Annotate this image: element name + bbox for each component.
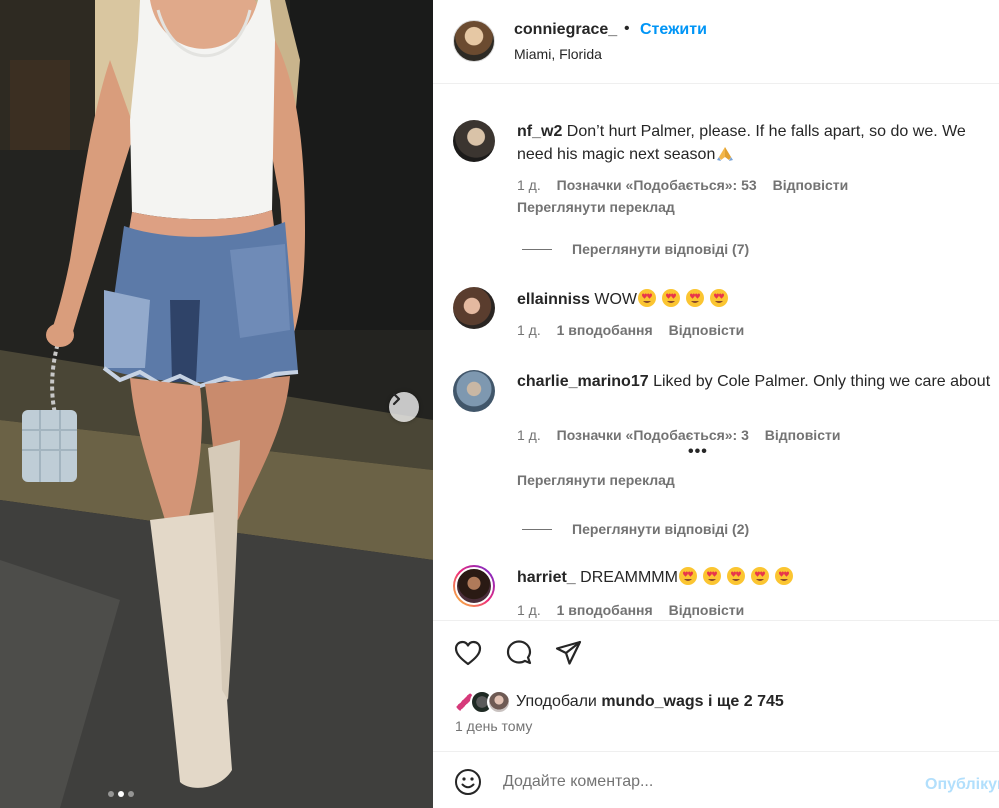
- comment-text: ellainniss WOW: [517, 288, 999, 311]
- comment-body: Don’t hurt Palmer, please. If he falls a…: [517, 123, 966, 163]
- comment-time[interactable]: 1 д.: [517, 322, 541, 338]
- comment-text: harriet_ DREAMMMM: [517, 566, 999, 589]
- commenter-avatar[interactable]: [453, 287, 495, 329]
- liked-by-row: Уподобали mundo_wags і ще 2 745: [453, 689, 784, 715]
- author-username[interactable]: conniegrace_: [514, 21, 617, 39]
- post-location[interactable]: Miami, Florida: [514, 46, 602, 62]
- commenter-username[interactable]: charlie_marino17: [517, 373, 649, 390]
- comment-time[interactable]: 1 д.: [517, 427, 541, 443]
- post-actions: Уподобали mundo_wags і ще 2 745 1 день т…: [433, 620, 999, 751]
- carousel-dot: [108, 791, 114, 797]
- folded-hands-emoji-icon: [717, 147, 734, 161]
- view-replies-button[interactable]: Переглянути відповіді (2): [522, 521, 749, 537]
- liked-by-count[interactable]: і ще 2 745: [708, 693, 784, 710]
- heart-eyes-emoji-icon: [726, 567, 745, 585]
- see-translation-button[interactable]: Переглянути переклад: [517, 472, 675, 488]
- liked-by-text: Уподобали mundo_wags і ще 2 745: [516, 693, 784, 711]
- comment-meta: 1 д. 1 вподобання Відповісти: [517, 322, 756, 338]
- comment-text: charlie_marino17 Liked by Cole Palmer. O…: [517, 371, 999, 393]
- commenter-username[interactable]: harriet_: [517, 569, 576, 586]
- comment-body: Liked by Cole Palmer. Only thing we care…: [653, 373, 991, 390]
- comment-meta: 1 д. 1 вподобання Відповісти: [517, 602, 756, 618]
- follow-button[interactable]: Стежити: [640, 21, 707, 39]
- heart-eyes-emoji-icon: [774, 567, 793, 585]
- comment-likes[interactable]: 1 вподобання: [557, 322, 653, 338]
- add-comment-bar: Опублікувати: [433, 751, 999, 808]
- reply-button[interactable]: Відповісти: [669, 602, 745, 618]
- reply-button[interactable]: Відповісти: [773, 177, 849, 193]
- carousel-dot-active: [118, 791, 124, 797]
- chevron-right-icon: [392, 392, 401, 406]
- reply-button[interactable]: Відповісти: [765, 427, 841, 443]
- replies-divider: [522, 248, 552, 250]
- publish-button[interactable]: Опублікувати: [925, 776, 999, 794]
- heart-eyes-emoji-icon: [686, 289, 705, 307]
- view-replies-label: Переглянути відповіді (7): [572, 241, 750, 257]
- emoji-picker-icon[interactable]: [454, 768, 482, 796]
- post-photo: [0, 0, 433, 808]
- heart-eyes-emoji-icon: [638, 289, 657, 307]
- separator-dot: •: [624, 20, 630, 37]
- heart-icon[interactable]: [453, 638, 483, 668]
- comment-input[interactable]: [503, 767, 903, 797]
- post-timestamp[interactable]: 1 день тому: [455, 718, 532, 734]
- heart-eyes-emoji-icon: [678, 567, 697, 585]
- comment-time[interactable]: 1 д.: [517, 177, 541, 193]
- comment-text: nf_w2 Don’t hurt Palmer, please. If he f…: [517, 121, 999, 166]
- liker-avatar[interactable]: [487, 690, 511, 714]
- comments-list[interactable]: nf_w2 Don’t hurt Palmer, please. If he f…: [433, 84, 999, 620]
- commenter-username[interactable]: nf_w2: [517, 123, 562, 140]
- commenter-avatar-story-ring[interactable]: [453, 565, 495, 607]
- carousel-next-button[interactable]: [389, 392, 419, 422]
- commenter-avatar[interactable]: [453, 370, 495, 412]
- author-avatar[interactable]: [453, 20, 495, 62]
- comment-meta: 1 д. Позначки «Подобається»: 53 Відповіс…: [517, 177, 860, 193]
- commenter-username[interactable]: ellainniss: [517, 291, 590, 308]
- commenter-avatar: [455, 567, 493, 605]
- heart-eyes-emoji-icon: [710, 289, 729, 307]
- replies-divider: [522, 528, 552, 530]
- view-replies-button[interactable]: Переглянути відповіді (7): [522, 241, 749, 257]
- comment-body: WOW: [594, 291, 638, 308]
- comment-likes[interactable]: Позначки «Подобається»: 53: [557, 177, 757, 193]
- comment-body: DREAMMMM: [580, 569, 678, 586]
- heart-eyes-emoji-icon: [662, 289, 681, 307]
- comment-likes[interactable]: Позначки «Подобається»: 3: [557, 427, 749, 443]
- comment-meta: 1 д. Позначки «Подобається»: 3 Відповіст…: [517, 427, 852, 443]
- liked-by-prefix: Уподобали: [516, 693, 597, 710]
- carousel-dot: [128, 791, 134, 797]
- reply-button[interactable]: Відповісти: [669, 322, 745, 338]
- heart-eyes-emoji-icon: [750, 567, 769, 585]
- share-icon[interactable]: [554, 638, 584, 668]
- photo-illustration: [0, 0, 433, 808]
- comment-icon[interactable]: [504, 638, 534, 668]
- comment-options-button[interactable]: •••: [688, 443, 708, 461]
- see-translation-button[interactable]: Переглянути переклад: [517, 199, 675, 215]
- liked-by-username[interactable]: mundo_wags: [601, 693, 703, 710]
- post-side-panel: conniegrace_ • Стежити Miami, Florida nf…: [433, 0, 999, 808]
- comment-time[interactable]: 1 д.: [517, 602, 541, 618]
- view-replies-label: Переглянути відповіді (2): [572, 521, 750, 537]
- commenter-avatar[interactable]: [453, 120, 495, 162]
- heart-eyes-emoji-icon: [702, 567, 721, 585]
- comment-likes[interactable]: 1 вподобання: [557, 602, 653, 618]
- post-header: conniegrace_ • Стежити Miami, Florida: [433, 0, 999, 84]
- carousel-dots: [108, 791, 134, 797]
